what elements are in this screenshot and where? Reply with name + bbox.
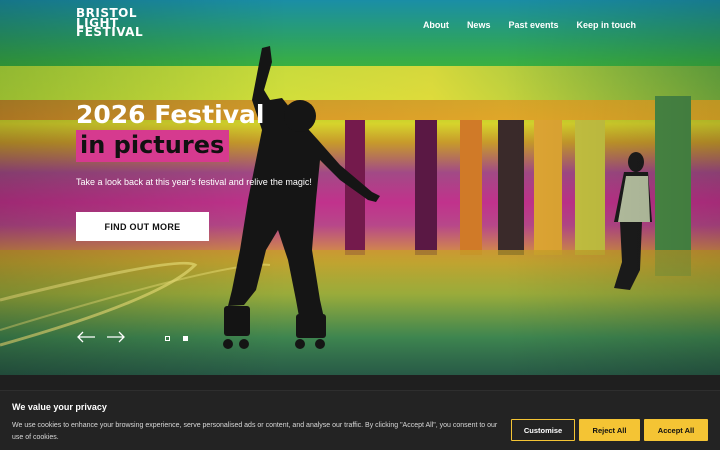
hero-vignette bbox=[0, 0, 720, 375]
find-out-more-button[interactable]: FIND OUT MORE bbox=[76, 212, 209, 241]
hero-highlight: in pictures bbox=[76, 130, 230, 162]
reject-all-button[interactable]: Reject All bbox=[579, 419, 640, 441]
arrow-right-icon[interactable] bbox=[106, 330, 126, 344]
slide-dot-active[interactable] bbox=[183, 336, 188, 341]
logo-line: FESTIVAL bbox=[76, 25, 144, 39]
slide-dot[interactable] bbox=[165, 336, 170, 341]
slider-controls bbox=[76, 330, 126, 344]
nav-item-news[interactable]: News bbox=[467, 20, 491, 30]
hero-banner: BRISTOL LIGHT FESTIVAL About News Past e… bbox=[0, 0, 720, 375]
cookie-banner: We value your privacy We use cookies to … bbox=[0, 390, 720, 450]
accept-all-button[interactable]: Accept All bbox=[644, 419, 708, 441]
cookie-title: We value your privacy bbox=[12, 402, 107, 412]
festival-logo[interactable]: BRISTOL LIGHT FESTIVAL bbox=[76, 7, 144, 39]
slider-dots bbox=[165, 336, 188, 341]
hero-headline: 2026 Festival bbox=[76, 100, 265, 129]
nav-item-past-events[interactable]: Past events bbox=[508, 20, 558, 30]
hero-subtext: Take a look back at this year's festival… bbox=[76, 177, 312, 187]
arrow-left-icon[interactable] bbox=[76, 330, 96, 344]
cookie-text: We use cookies to enhance your browsing … bbox=[12, 422, 498, 441]
main-nav: About News Past events Keep in touch bbox=[423, 20, 636, 30]
nav-item-about[interactable]: About bbox=[423, 20, 449, 30]
customise-button[interactable]: Customise bbox=[511, 419, 575, 441]
nav-item-keep-in-touch[interactable]: Keep in touch bbox=[576, 20, 636, 30]
